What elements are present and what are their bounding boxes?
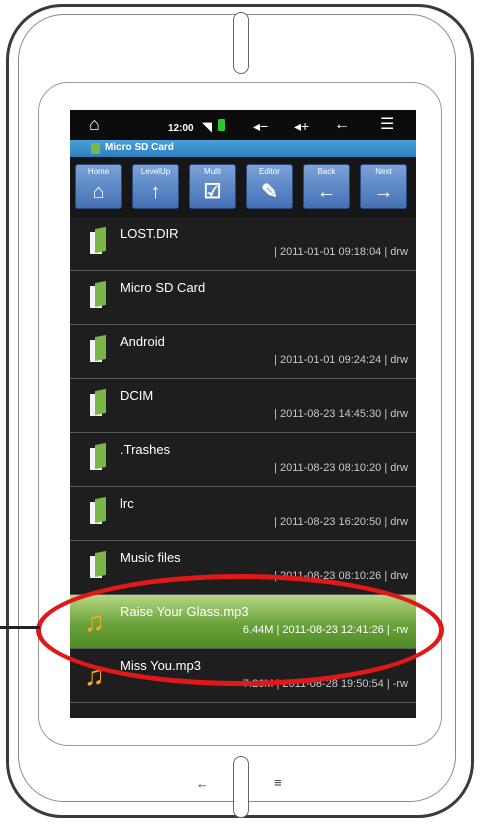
file-meta: | 2011-01-01 09:18:04 | drw	[274, 246, 408, 258]
folder-icon	[90, 442, 106, 470]
status-bar: ⌂ 12:00 ◥ ◂− ◂+ ← ☰	[70, 110, 416, 140]
home-button[interactable]: Home ⌂	[75, 164, 122, 209]
back-button[interactable]: Back ←	[303, 164, 350, 209]
file-name: .Trashes	[120, 442, 171, 457]
pencil-icon: ✎	[261, 181, 278, 203]
hardware-back-icon[interactable]: ←	[196, 776, 209, 791]
arrow-up-icon: ↑	[150, 181, 161, 203]
clock: 12:00	[168, 123, 194, 134]
arrow-right-icon: →	[373, 181, 394, 203]
path-title: Micro SD Card	[105, 142, 174, 153]
file-name: Micro SD Card	[120, 280, 206, 295]
back-button-label: Back	[317, 167, 336, 176]
list-item[interactable]: Android | 2011-01-01 09:24:24 | drw	[70, 325, 416, 379]
list-item[interactable]: .Trashes | 2011-08-23 08:10:20 | drw	[70, 433, 416, 487]
file-name: LOST.DIR	[120, 226, 179, 241]
list-item[interactable]: Micro SD Card	[70, 271, 416, 325]
top-slot	[233, 12, 249, 74]
file-name: Android	[120, 334, 165, 349]
editor-button-label: Editor	[259, 167, 280, 176]
menu-icon[interactable]: ☰	[380, 115, 394, 135]
checkbox-icon: ☑	[203, 181, 222, 203]
folder-icon	[90, 550, 106, 578]
file-name: DCIM	[120, 388, 154, 403]
folder-icon	[90, 388, 106, 416]
home-button-label: Home	[87, 167, 110, 176]
file-name: Music files	[120, 550, 181, 565]
back-icon[interactable]: ←	[334, 115, 350, 135]
list-item[interactable]: LOST.DIR | 2011-01-01 09:18:04 | drw	[70, 217, 416, 271]
callout-line	[0, 626, 40, 629]
next-button[interactable]: Next →	[360, 164, 407, 209]
home-icon: ⌂	[92, 181, 105, 203]
volume-up-icon[interactable]: ◂+	[294, 116, 309, 136]
multi-button[interactable]: Multi ☑	[189, 164, 236, 209]
home-button[interactable]	[233, 756, 249, 818]
level-up-button[interactable]: LevelUp ↑	[132, 164, 179, 209]
file-meta: | 2011-08-23 16:20:50 | drw	[274, 516, 408, 528]
highlight-ring	[36, 574, 444, 686]
folder-icon	[90, 496, 106, 524]
file-meta: | 2011-08-23 08:10:20 | drw	[274, 462, 408, 474]
level-up-button-label: LevelUp	[140, 167, 171, 176]
file-meta: | 2011-01-01 09:24:24 | drw	[274, 354, 408, 366]
folder-icon	[90, 226, 106, 254]
file-meta: | 2011-08-23 14:45:30 | drw	[274, 408, 408, 420]
wifi-icon: ◥	[202, 119, 212, 134]
home-icon[interactable]: ⌂	[89, 114, 100, 134]
arrow-left-icon: ←	[316, 181, 337, 203]
volume-down-icon[interactable]: ◂−	[253, 116, 268, 136]
file-name: lrc	[120, 496, 134, 511]
toolbar: Home ⌂ LevelUp ↑ Multi ☑ Editor ✎ Back ←…	[70, 157, 416, 217]
hardware-menu-icon[interactable]: ≡	[274, 775, 282, 790]
editor-button[interactable]: Editor ✎	[246, 164, 293, 209]
list-item[interactable]: DCIM | 2011-08-23 14:45:30 | drw	[70, 379, 416, 433]
multi-button-label: Multi	[204, 167, 221, 176]
folder-icon	[90, 280, 106, 308]
battery-icon	[218, 119, 225, 131]
sd-card-icon	[91, 143, 100, 154]
folder-icon	[90, 334, 106, 362]
path-bar: Micro SD Card	[70, 140, 416, 157]
list-item[interactable]: lrc | 2011-08-23 16:20:50 | drw	[70, 487, 416, 541]
next-button-label: Next	[375, 167, 392, 176]
